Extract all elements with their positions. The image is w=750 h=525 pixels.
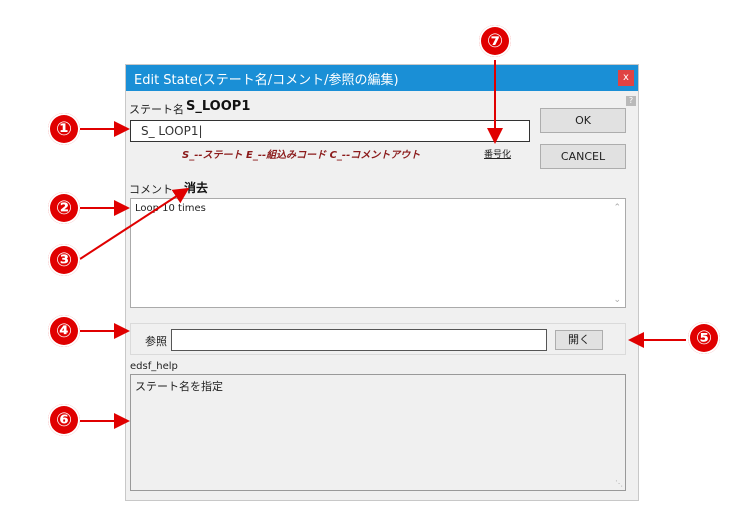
- marker-3: ③: [48, 244, 80, 276]
- marker-7: ⑦: [479, 25, 511, 57]
- open-button[interactable]: 開く: [555, 330, 603, 350]
- scroll-up-icon[interactable]: ⌃: [613, 203, 621, 213]
- cancel-button[interactable]: CANCEL: [540, 144, 626, 169]
- close-button[interactable]: x: [618, 70, 634, 86]
- edit-state-dialog: Edit State(ステート名/コメント/参照の編集) x ? ステート名 S…: [125, 64, 639, 501]
- help-textarea: ステート名を指定 ⋱: [130, 374, 626, 491]
- state-name-label: ステート名: [129, 103, 184, 116]
- marker-5: ⑤: [688, 322, 720, 354]
- dialog-title: Edit State(ステート名/コメント/参照の編集): [134, 73, 399, 88]
- comment-label: コメント: [129, 183, 173, 196]
- help-text: ステート名を指定: [135, 380, 223, 393]
- comment-textarea[interactable]: Loop 10 times ⌃ ⌄: [130, 198, 626, 308]
- help-label: edsf_help: [130, 361, 178, 372]
- marker-4: ④: [48, 315, 80, 347]
- text-cursor: |: [198, 124, 203, 138]
- marker-1: ①: [48, 113, 80, 145]
- marker-6: ⑥: [48, 404, 80, 436]
- ok-button[interactable]: OK: [540, 108, 626, 133]
- state-name-display: S_LOOP1: [186, 99, 251, 114]
- marker-2: ②: [48, 192, 80, 224]
- comment-text: Loop 10 times: [135, 203, 206, 214]
- resize-grip-icon[interactable]: ⋱: [615, 479, 623, 488]
- help-icon[interactable]: ?: [626, 96, 636, 106]
- reference-group: 参照 開く: [130, 323, 626, 355]
- title-bar: Edit State(ステート名/コメント/参照の編集) x: [126, 65, 638, 91]
- state-name-input[interactable]: S_ LOOP1|: [130, 120, 530, 142]
- numbering-link[interactable]: 番号化: [484, 147, 511, 160]
- scroll-down-icon[interactable]: ⌄: [613, 295, 621, 305]
- clear-button[interactable]: 消去: [184, 179, 208, 196]
- prefix-hint: S_--ステート E_--組込みコード C_--コメントアウト: [182, 150, 421, 161]
- reference-input[interactable]: [171, 329, 547, 351]
- state-name-input-text: S_ LOOP1: [141, 124, 199, 138]
- reference-label: 参照: [145, 335, 167, 348]
